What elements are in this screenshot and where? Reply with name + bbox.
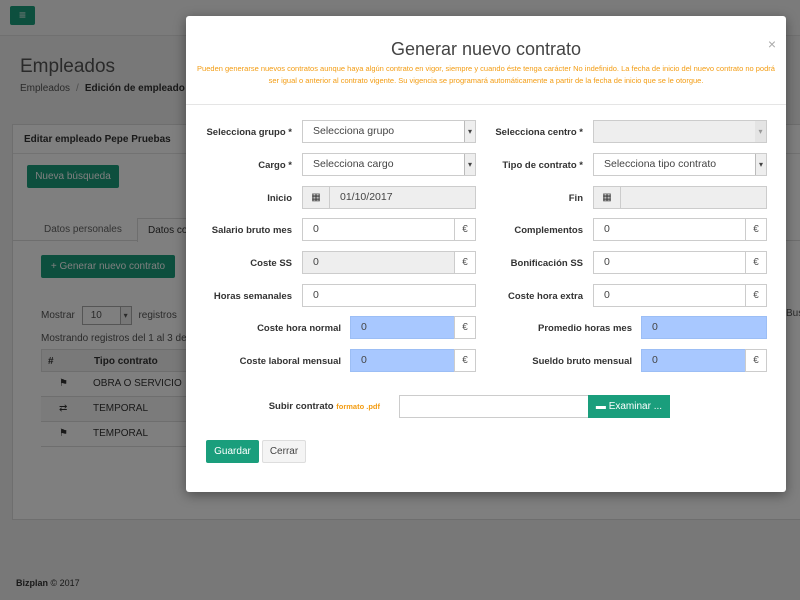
horas-label: Horas semanales: [213, 291, 292, 302]
grupo-label: Selecciona grupo *: [206, 127, 292, 138]
euro-icon: €: [454, 316, 476, 339]
generate-contract-modal: × Generar nuevo contrato Pueden generars…: [186, 16, 786, 492]
inicio-field[interactable]: 01/10/2017: [329, 186, 476, 209]
tipo-contrato-label: Tipo de contrato *: [502, 160, 583, 171]
chevron-down-icon: ▾: [464, 121, 475, 142]
modal-title: Generar nuevo contrato: [390, 39, 582, 59]
coste-ss-label: Coste SS: [250, 258, 292, 269]
euro-icon: €: [745, 349, 767, 372]
salario-label: Salario bruto mes: [211, 225, 292, 236]
save-button[interactable]: Guardar: [206, 440, 259, 463]
tipo-contrato-value: Selecciona tipo contrato: [604, 158, 717, 170]
chevron-down-icon: ▾: [464, 154, 475, 175]
close-button[interactable]: Cerrar: [262, 440, 306, 463]
chevron-down-icon: ▾: [755, 154, 766, 175]
euro-icon: €: [454, 218, 476, 241]
coste-normal-label: Coste hora normal: [257, 323, 341, 334]
upload-label-text: Subir contrato: [268, 401, 334, 412]
coste-laboral-field[interactable]: 0: [350, 349, 455, 372]
complementos-field[interactable]: 0: [593, 218, 746, 241]
euro-icon: €: [745, 284, 767, 307]
promedio-field[interactable]: 0: [641, 316, 767, 339]
tipo-contrato-select[interactable]: Selecciona tipo contrato ▾: [593, 153, 767, 176]
fin-label: Fin: [568, 193, 583, 204]
cargo-value: Selecciona cargo: [313, 158, 394, 170]
grupo-select[interactable]: Selecciona grupo ▾: [302, 120, 476, 143]
centro-label: Selecciona centro *: [495, 127, 583, 138]
bonificacion-label: Bonificación SS: [510, 258, 583, 269]
fin-field[interactable]: [620, 186, 767, 209]
sueldo-field[interactable]: 0: [641, 349, 746, 372]
folder-icon: ▬: [595, 401, 606, 412]
modal-note: Pueden generarse nuevos contratos aunque…: [197, 64, 775, 85]
promedio-label: Promedio horas mes: [538, 323, 632, 334]
coste-ss-field[interactable]: 0: [302, 251, 455, 274]
cargo-label: Cargo *: [258, 160, 292, 171]
upload-label: Subir contrato formato .pdf: [269, 401, 380, 412]
calendar-icon[interactable]: ▦: [593, 186, 621, 209]
horas-field[interactable]: 0: [302, 284, 476, 307]
euro-icon: €: [745, 218, 767, 241]
bonificacion-field[interactable]: 0: [593, 251, 746, 274]
complementos-label: Complementos: [514, 225, 583, 236]
coste-laboral-label: Coste laboral mensual: [239, 356, 341, 367]
upload-format: formato .pdf: [336, 402, 380, 411]
browse-label: Examinar ...: [608, 401, 663, 412]
grupo-value: Selecciona grupo: [313, 125, 395, 137]
euro-icon: €: [745, 251, 767, 274]
chevron-down-icon: ▾: [755, 121, 766, 142]
divider: [186, 104, 786, 105]
inicio-label: Inicio: [267, 193, 292, 204]
coste-extra-label: Coste hora extra: [508, 291, 583, 302]
centro-select[interactable]: ▾: [593, 120, 767, 143]
euro-icon: €: [454, 251, 476, 274]
sueldo-label: Sueldo bruto mensual: [532, 356, 632, 367]
coste-normal-field[interactable]: 0: [350, 316, 455, 339]
euro-icon: €: [454, 349, 476, 372]
calendar-icon[interactable]: ▦: [302, 186, 330, 209]
cargo-select[interactable]: Selecciona cargo ▾: [302, 153, 476, 176]
salario-field[interactable]: 0: [302, 218, 455, 241]
browse-button[interactable]: ▬ Examinar ...: [588, 395, 670, 418]
coste-extra-field[interactable]: 0: [593, 284, 746, 307]
file-input[interactable]: [399, 395, 589, 418]
